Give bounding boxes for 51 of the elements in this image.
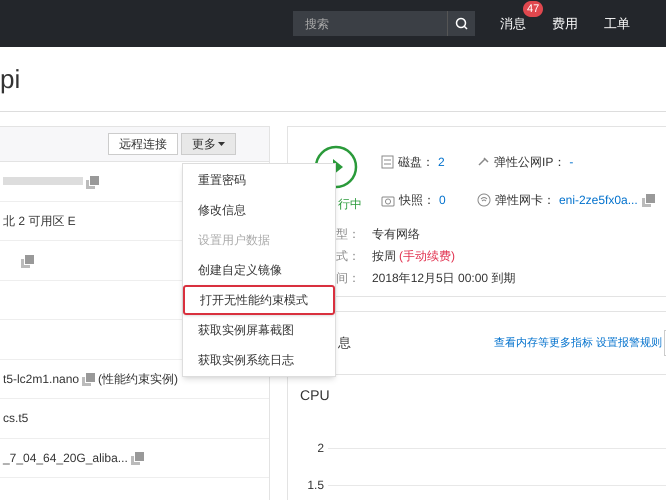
network-card-icon	[477, 193, 491, 208]
detail-label: 间：	[336, 270, 360, 287]
copy-icon[interactable]	[21, 254, 34, 268]
menu-item[interactable]: 获取实例屏幕截图	[183, 315, 335, 345]
resource-label: 磁盘：	[398, 154, 434, 171]
detail-value: 2018年12月5日 00:00 到期	[372, 270, 516, 287]
nav-link[interactable]: 费用	[552, 16, 578, 31]
monitor-link[interactable]: 设置报警规则	[596, 334, 662, 352]
button-edge[interactable]	[664, 330, 666, 356]
menu-item[interactable]: 打开无性能约束模式	[183, 285, 335, 315]
info-value: 北 2 可用区 E	[3, 212, 76, 230]
chart-title: CPU	[300, 386, 331, 405]
info-value: cs.t5	[3, 410, 28, 428]
axis-tick: 1.5	[306, 477, 324, 494]
toolbar-button[interactable]: 更多	[181, 133, 236, 155]
menu-item[interactable]: 修改信息	[183, 195, 335, 225]
info-value: _7_04_64_20G_aliba...	[3, 450, 128, 467]
section-title: 息	[338, 334, 351, 352]
page-title: pi	[0, 66, 20, 92]
copy-icon[interactable]	[130, 452, 144, 466]
resource-label: 快照：	[399, 192, 435, 210]
resource-label: 弹性公网IP：	[494, 154, 566, 171]
info-value: t5-lc2m1.nano	[3, 370, 80, 388]
resource-label: 弹性网卡：	[495, 192, 555, 210]
resource-value[interactable]: 0	[439, 191, 446, 210]
camera-icon	[381, 194, 395, 207]
resource-value[interactable]: eni-2ze5fx0a...	[559, 191, 638, 210]
menu-item[interactable]: 获取实例系统日志	[183, 345, 335, 375]
nav-link[interactable]: 工单	[604, 16, 630, 31]
detail-label: 式：	[336, 248, 360, 265]
info-note: (性能约束实例)	[98, 370, 178, 388]
resource-value[interactable]: -	[569, 152, 574, 171]
renewal-note: (手动续费)	[399, 248, 455, 265]
copy-icon[interactable]	[86, 176, 99, 189]
detail-value: 专有网络	[372, 226, 420, 243]
search-field[interactable]: 搜索	[293, 11, 447, 36]
detail-label: 型：	[336, 226, 360, 243]
axis-tick: 2	[316, 440, 324, 457]
menu-item[interactable]: 重置密码	[183, 165, 335, 195]
resource-value[interactable]: 2	[438, 152, 445, 171]
toolbar-button[interactable]: 远程连接	[108, 133, 178, 155]
monitor-link[interactable]: 查看内存等更多指标	[494, 334, 593, 352]
status-text: 行中	[338, 196, 362, 213]
search-button[interactable]	[447, 11, 475, 36]
menu-item[interactable]: 创建自定义镜像	[183, 255, 335, 285]
nav-link[interactable]: 消息	[500, 16, 526, 31]
copy-icon[interactable]	[82, 373, 96, 386]
count-badge: 47	[523, 0, 544, 17]
search-icon	[454, 16, 468, 30]
copy-icon[interactable]	[642, 194, 655, 207]
detail-value: 按周	[372, 248, 396, 265]
